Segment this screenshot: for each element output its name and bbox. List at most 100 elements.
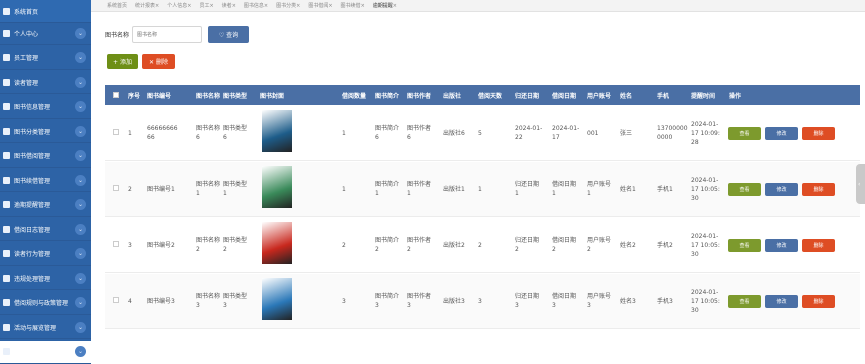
tab[interactable]: 图书分类	[276, 2, 296, 9]
sidebar-item[interactable]: 借阅规则与政策管理 ⌄	[0, 292, 91, 315]
row-checkbox[interactable]	[113, 129, 119, 135]
sidebar-item-label: 读者管理	[14, 79, 39, 87]
cell-return-date: 归还日期 1	[515, 181, 540, 197]
tab-close-icon[interactable]: ×	[361, 3, 365, 9]
view-button[interactable]: 查看	[728, 239, 761, 252]
cell-author: 图书作者 6	[407, 125, 432, 141]
feedback-icon	[3, 348, 10, 355]
sidebar-item[interactable]: 咨询与反馈管理 ⌄	[0, 341, 91, 364]
sidebar-item[interactable]: 图书续借管理 ⌄	[0, 169, 91, 192]
sidebar-item-label: 员工管理	[14, 55, 39, 62]
sidebar-item[interactable]: 图书借阅管理 ⌄	[0, 145, 91, 168]
delete-row-button[interactable]: 删除	[802, 183, 835, 196]
sidebar-item[interactable]: 借阅日志管理 ⌄	[0, 218, 91, 241]
view-button[interactable]: 查看	[728, 127, 761, 140]
sidebar-item-label: 系统首页	[14, 8, 39, 16]
cell-book-no: 图书编号1	[147, 185, 175, 193]
cell-book-name: 图书名称 6	[196, 125, 221, 141]
user-icon	[3, 29, 10, 37]
cell-account: 用户账号 2	[587, 237, 612, 253]
row-checkbox[interactable]	[113, 297, 119, 303]
sidebar-item[interactable]: 逾期提醒管理 ⌄	[0, 194, 91, 217]
cell-publisher: 出版社2	[443, 241, 465, 249]
cell-borrow-date: 借阅日期 2	[552, 237, 577, 253]
view-button[interactable]: 查看	[728, 183, 761, 196]
column-header: 借阅天数	[478, 93, 503, 100]
edit-button[interactable]: 修改	[765, 239, 798, 252]
add-button[interactable]: + 添加	[107, 54, 138, 69]
tab-close-icon[interactable]: ×	[296, 3, 300, 9]
cell-author: 图书作者 1	[407, 181, 432, 197]
delete-button[interactable]: ✕ 删除	[142, 54, 175, 69]
tab[interactable]: 个人信息	[167, 2, 187, 9]
column-header: 借阅日期	[552, 93, 577, 100]
search-label: 图书名称	[105, 32, 130, 39]
search-input[interactable]	[132, 26, 203, 43]
row-checkbox[interactable]	[113, 185, 119, 191]
tab[interactable]: 员工	[199, 2, 209, 9]
edit-button[interactable]: 修改	[765, 183, 798, 196]
column-header: 图书简介	[375, 93, 400, 100]
tab[interactable]: 读者	[222, 2, 232, 9]
tab-bar: 系统首页 统计报表 × 个人信息 × 员工 × 读者 × 图书信息 × 图书分类 × 图书借阅 × 图书续借 ×…	[91, 0, 865, 12]
query-button[interactable]: ♡ 查询	[208, 26, 250, 43]
sidebar-item[interactable]: 个人中心 ⌄	[0, 22, 91, 45]
tab-close-icon[interactable]: ×	[232, 3, 236, 9]
view-button[interactable]: 查看	[728, 295, 761, 308]
plus-icon: +	[113, 59, 119, 66]
cell-phone: 手机3	[657, 297, 673, 305]
tab-close-icon[interactable]: ×	[264, 3, 268, 9]
tab-close-icon[interactable]: ×	[209, 3, 213, 9]
sidebar: 系统首页 个人中心 ⌄ 员工管理 ⌄ 读者管理 ⌄ 图书信息管理 ⌄ 图书分类管理 ⌄ 图书借阅管理 ⌄…	[0, 0, 91, 364]
cell-book-name: 图书名称 1	[196, 181, 221, 197]
sidebar-item[interactable]: 违规处理管理 ⌄	[0, 267, 91, 290]
sidebar-item[interactable]: 图书分类管理 ⌄	[0, 120, 91, 143]
column-header: 图书作者	[407, 93, 432, 100]
tab[interactable]: 统计报表	[135, 2, 155, 9]
cell-publisher: 出版社6	[443, 129, 465, 137]
tab[interactable]: 图书信息	[244, 2, 264, 9]
table-row: 1 66666666 66 图书名称 6 图书类型 6 1 图书简介 6 图书作者 6 出版社…	[105, 106, 860, 161]
cell-name: 张三	[620, 129, 633, 137]
delete-row-button[interactable]: 删除	[802, 127, 835, 140]
column-header: 序号	[128, 93, 141, 100]
cell-book-no: 66666666 66	[147, 125, 178, 141]
table-row: 2 图书编号1 图书名称 1 图书类型 1 1 图书简介 1 图书作者 1 出版社1 1 归还日期…	[105, 162, 860, 217]
cell-quantity: 1	[342, 129, 346, 137]
sidebar-item[interactable]: 员工管理 ⌄	[0, 47, 91, 70]
delete-row-button[interactable]: 删除	[802, 239, 835, 252]
row-checkbox[interactable]	[113, 241, 119, 247]
table-row: 3 图书编号2 图书名称 2 图书类型 2 2 图书简介 2 图书作者 2 出版社2 2 归还日期…	[105, 218, 860, 273]
edit-button[interactable]: 修改	[765, 127, 798, 140]
sidebar-item[interactable]: 活动与展览管理 ⌄	[0, 316, 91, 339]
tab[interactable]: 图书续借	[341, 2, 361, 9]
edit-button[interactable]: 修改	[765, 295, 798, 308]
reader-icon	[3, 78, 10, 86]
cell-quantity: 3	[342, 297, 346, 305]
sidebar-item[interactable]: 读者管理 ⌄	[0, 71, 91, 94]
cell-phone: 手机2	[657, 241, 673, 249]
delete-row-button[interactable]: 删除	[802, 295, 835, 308]
cell-account: 用户账号 1	[587, 181, 612, 197]
tab[interactable]: 图书借阅	[308, 2, 328, 9]
column-header: 姓名	[620, 93, 633, 100]
chevron-down-icon: ⌄	[75, 223, 86, 235]
search-bar: 图书名称 ♡ 查询	[105, 26, 250, 43]
tab-close-icon[interactable]: ×	[187, 3, 191, 9]
sidebar-item[interactable]: 读者行为管理 ⌄	[0, 243, 91, 266]
tab-close-icon[interactable]: ×	[155, 3, 159, 9]
chevron-down-icon: ⌄	[75, 174, 86, 186]
column-header: 手机	[657, 93, 670, 100]
sidebar-item-label: 咨询与反馈管理	[14, 349, 57, 356]
column-header: 提醒时间	[691, 93, 716, 100]
tab-close-icon[interactable]: ×	[393, 3, 397, 9]
tab[interactable]: 系统首页	[107, 2, 127, 9]
chevron-down-icon: ⌄	[75, 125, 86, 137]
select-all-checkbox[interactable]	[113, 92, 119, 98]
side-panel-handle[interactable]: ‹	[856, 164, 865, 204]
sidebar-item[interactable]: 图书信息管理 ⌄	[0, 96, 91, 119]
cell-intro: 图书简介 3	[375, 293, 400, 309]
tab-close-icon[interactable]: ×	[328, 3, 332, 9]
tab[interactable]: 逾期提醒	[373, 2, 393, 9]
sidebar-item[interactable]: 系统首页	[0, 0, 91, 23]
